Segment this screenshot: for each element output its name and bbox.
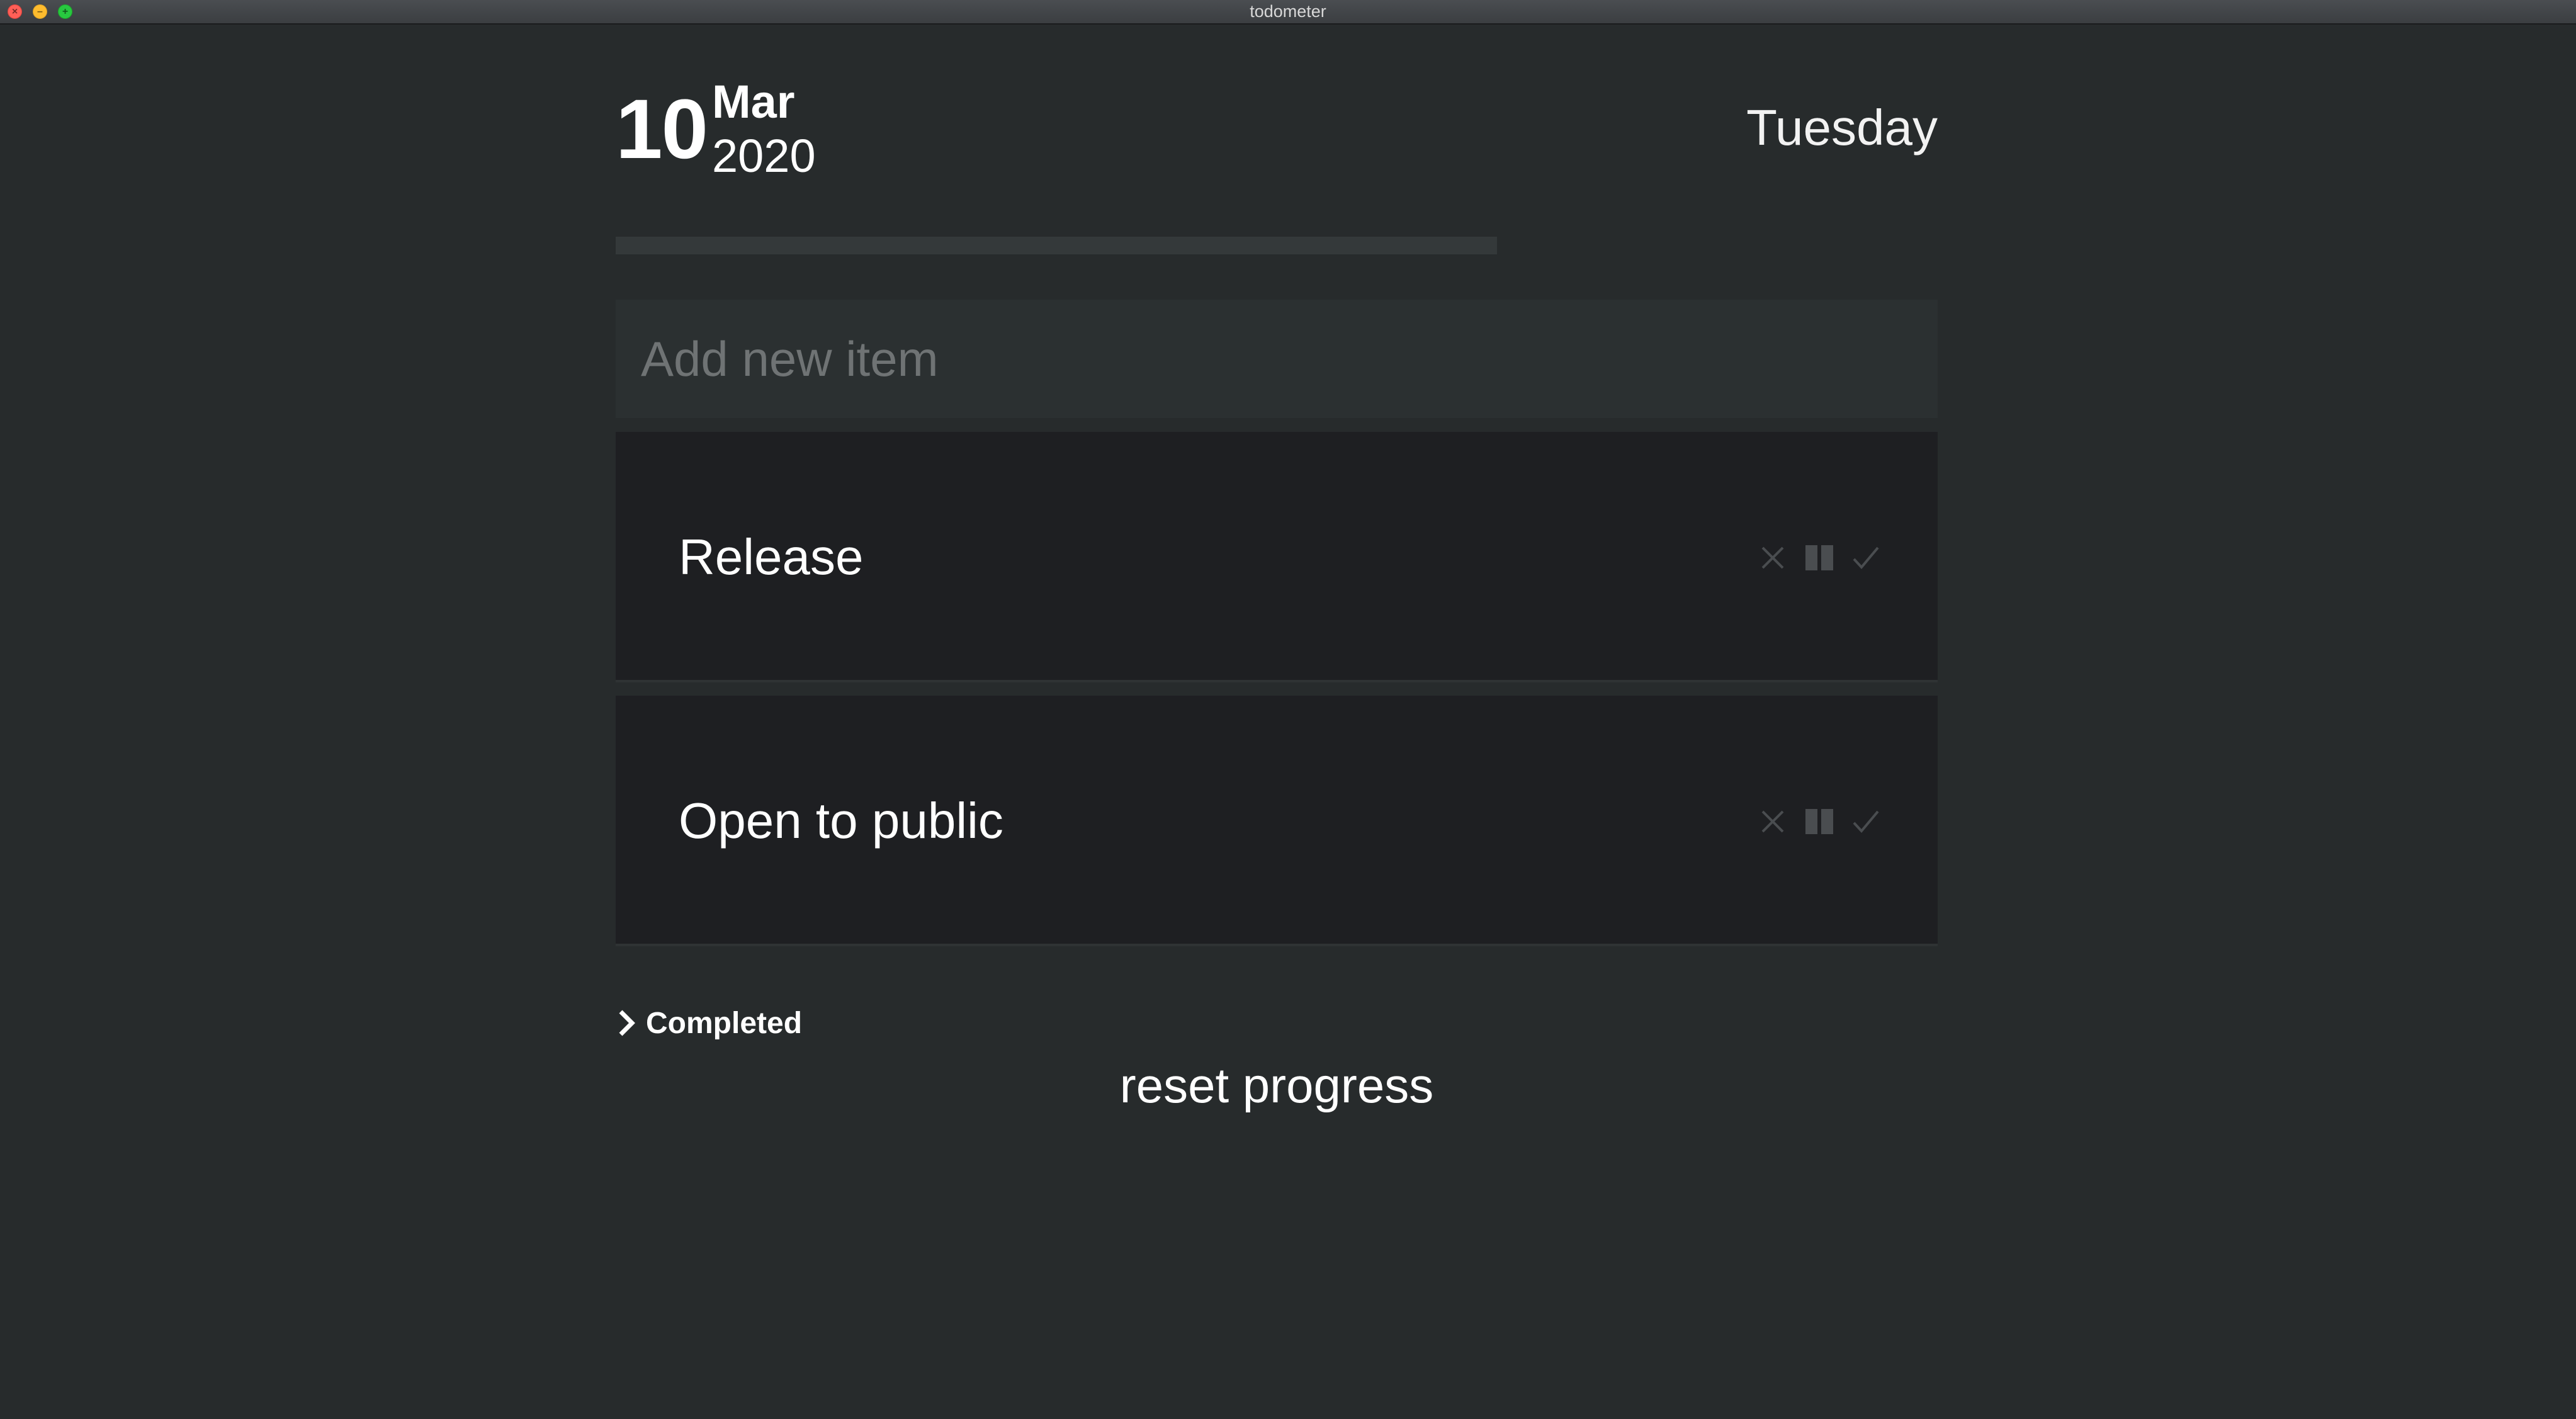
pause-icon bbox=[1805, 809, 1833, 834]
app-main: 10 Mar 2020 Tuesday Release bbox=[616, 25, 1938, 1419]
pause-item-button[interactable] bbox=[1804, 806, 1834, 837]
close-icon bbox=[1761, 546, 1784, 569]
check-icon bbox=[1853, 546, 1879, 570]
todo-item-actions bbox=[1758, 804, 1881, 839]
check-icon bbox=[1853, 810, 1879, 834]
todo-item-text: Open to public bbox=[679, 793, 1003, 849]
pause-icon bbox=[1805, 545, 1833, 570]
completed-label: Completed bbox=[646, 1006, 803, 1040]
reset-progress-button[interactable]: reset progress bbox=[616, 1057, 1938, 1114]
todo-list: Release Open to public bbox=[616, 432, 1938, 959]
close-icon bbox=[1761, 810, 1784, 833]
todo-item: Open to public bbox=[616, 696, 1938, 946]
completed-toggle[interactable]: Completed bbox=[616, 1004, 802, 1042]
todo-item: Release bbox=[616, 432, 1938, 682]
date-month: Mar bbox=[712, 76, 795, 128]
add-item-input[interactable] bbox=[616, 300, 1938, 418]
delete-item-button[interactable] bbox=[1758, 543, 1788, 573]
chevron-right-icon bbox=[619, 1010, 635, 1036]
progress-bar bbox=[616, 237, 1497, 254]
window-title: todometer bbox=[1250, 2, 1326, 21]
pause-item-button[interactable] bbox=[1804, 543, 1834, 573]
complete-item-button[interactable] bbox=[1851, 806, 1881, 837]
weekday: Tuesday bbox=[1746, 99, 1938, 155]
date-year: 2020 bbox=[712, 130, 816, 182]
todo-item-text: Release bbox=[679, 529, 864, 585]
title-bar: × – + todometer bbox=[0, 0, 2576, 25]
todo-item-actions bbox=[1758, 540, 1881, 575]
date-day: 10 bbox=[616, 82, 708, 176]
delete-item-button[interactable] bbox=[1758, 806, 1788, 837]
complete-item-button[interactable] bbox=[1851, 543, 1881, 573]
